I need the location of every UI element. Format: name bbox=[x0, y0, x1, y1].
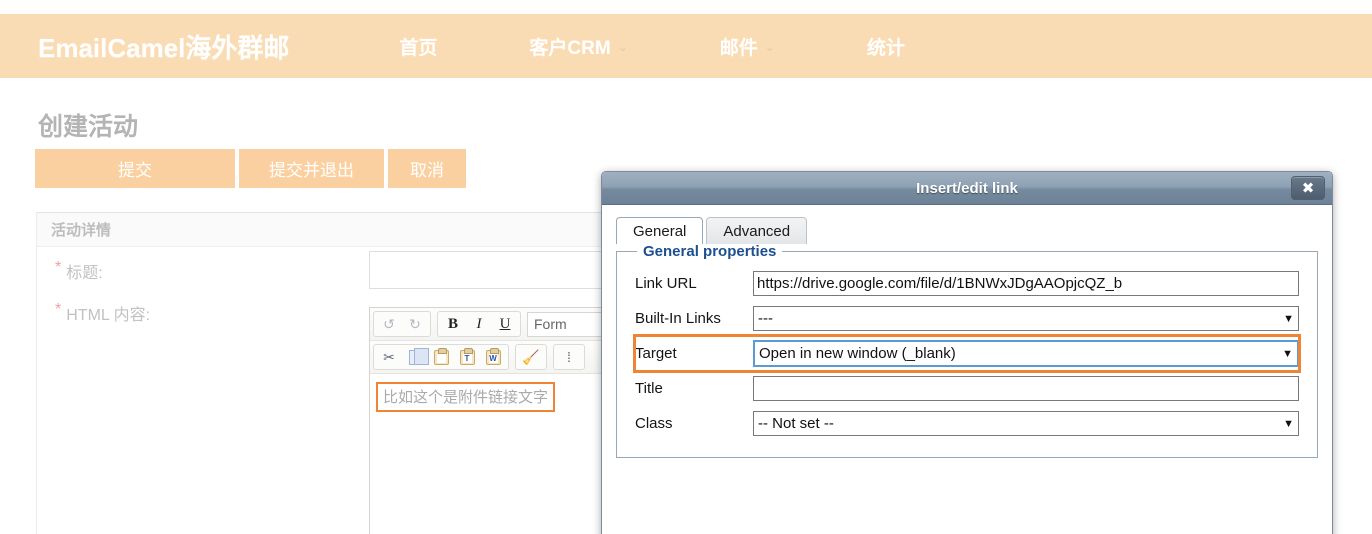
target-select[interactable]: Open in new window (_blank) ▼ bbox=[753, 340, 1299, 367]
history-tool-group: ↺ ↻ bbox=[373, 311, 431, 337]
clean-formatting-icon[interactable]: 🧹 bbox=[518, 345, 544, 369]
cut-icon[interactable]: ✂ bbox=[376, 345, 402, 369]
submit-button[interactable]: 提交 bbox=[35, 149, 235, 188]
redo-icon[interactable]: ↻ bbox=[402, 312, 428, 336]
top-navigation-bar: EmailCamel海外群邮 首页 客户CRM ⌄ 邮件 ⌄ 统计 bbox=[0, 14, 1372, 78]
target-value: Open in new window (_blank) bbox=[759, 345, 956, 362]
class-value: -- Not set -- bbox=[758, 415, 834, 432]
target-label: Target bbox=[635, 345, 677, 362]
nav-item-home[interactable]: 首页 bbox=[399, 33, 437, 60]
nav-label-crm: 客户CRM bbox=[529, 37, 611, 59]
link-title-label: Title bbox=[635, 380, 663, 397]
undo-icon[interactable]: ↺ bbox=[376, 312, 402, 336]
nav-label-home: 首页 bbox=[399, 37, 438, 59]
class-select[interactable]: -- Not set -- ▼ bbox=[753, 411, 1299, 436]
field-row-title: * 标题: bbox=[55, 259, 103, 283]
clipboard-tool-group: ✂ T W bbox=[373, 344, 509, 370]
dialog-tabs: General Advanced bbox=[616, 217, 1318, 245]
dialog-title-bar[interactable]: Insert/edit link ✖ bbox=[602, 172, 1332, 205]
copy-icon[interactable] bbox=[402, 345, 429, 369]
chevron-down-icon: ▼ bbox=[1283, 312, 1294, 325]
required-asterisk: * bbox=[55, 259, 62, 276]
nav-item-mail[interactable]: 邮件 ⌄ bbox=[720, 33, 775, 60]
close-icon[interactable]: ✖ bbox=[1291, 176, 1325, 200]
builtin-links-select[interactable]: --- ▼ bbox=[753, 306, 1299, 331]
chevron-down-icon: ⌄ bbox=[617, 40, 628, 54]
nav-label-stats: 统计 bbox=[866, 37, 905, 59]
editor-selected-link-text[interactable]: 比如这个是附件链接文字 bbox=[376, 382, 556, 412]
field-row-builtin-links: Built-In Links --- ▼ bbox=[635, 301, 1299, 336]
tab-advanced[interactable]: Advanced bbox=[706, 217, 808, 244]
html-field-label: HTML 内容: bbox=[66, 307, 151, 324]
action-button-row: 提交 提交并退出 取消 bbox=[35, 149, 470, 188]
cancel-button[interactable]: 取消 bbox=[388, 149, 466, 188]
fieldset-legend: General properties bbox=[643, 243, 777, 260]
chevron-down-icon: ▼ bbox=[1283, 417, 1294, 430]
paste-icon[interactable] bbox=[428, 345, 454, 369]
italic-icon[interactable]: I bbox=[466, 312, 492, 336]
paste-from-word-icon[interactable]: W bbox=[480, 345, 506, 369]
required-asterisk: * bbox=[55, 301, 62, 318]
builtin-links-label: Built-In Links bbox=[635, 310, 721, 327]
list-tool-group: ⁞ bbox=[553, 344, 585, 370]
dialog-body: General Advanced General properties Link… bbox=[602, 205, 1332, 534]
bullet-list-icon[interactable]: ⁞ bbox=[556, 345, 582, 369]
title-field-label: 标题: bbox=[66, 265, 103, 282]
app-root: EmailCamel海外群邮 首页 客户CRM ⌄ 邮件 ⌄ 统计 创建活动 提… bbox=[0, 0, 1372, 534]
field-row-html: * HTML 内容: bbox=[55, 301, 150, 325]
builtin-links-value: --- bbox=[758, 310, 773, 327]
main-nav: 首页 客户CRM ⌄ 邮件 ⌄ 统计 bbox=[399, 33, 904, 60]
tab-general[interactable]: General bbox=[616, 217, 704, 245]
bold-icon[interactable]: B bbox=[440, 312, 466, 336]
link-title-input[interactable] bbox=[753, 376, 1299, 401]
brand-logo[interactable]: EmailCamel海外群邮 bbox=[38, 28, 289, 65]
text-style-tool-group: B I U bbox=[437, 311, 521, 337]
insert-edit-link-dialog: Insert/edit link ✖ General Advanced Gene… bbox=[601, 171, 1333, 534]
field-row-link-url: Link URL https://drive.google.com/file/d… bbox=[635, 266, 1299, 301]
submit-and-exit-button[interactable]: 提交并退出 bbox=[239, 149, 384, 188]
clean-tool-group: 🧹 bbox=[515, 344, 547, 370]
page-title: 创建活动 bbox=[38, 113, 139, 141]
paste-as-text-icon[interactable]: T bbox=[454, 345, 480, 369]
underline-icon[interactable]: U bbox=[492, 312, 518, 336]
general-properties-fieldset: General properties Link URL https://driv… bbox=[616, 243, 1318, 458]
link-url-label: Link URL bbox=[635, 275, 697, 292]
field-row-title: Title bbox=[635, 371, 1299, 406]
nav-item-crm[interactable]: 客户CRM ⌄ bbox=[529, 33, 627, 60]
field-row-target: Target Open in new window (_blank) ▼ bbox=[633, 334, 1301, 373]
class-label: Class bbox=[635, 415, 673, 432]
link-url-input[interactable]: https://drive.google.com/file/d/1BNWxJDg… bbox=[753, 271, 1299, 296]
chevron-down-icon: ▼ bbox=[1282, 347, 1293, 360]
dialog-title: Insert/edit link bbox=[916, 179, 1018, 197]
chevron-down-icon: ⌄ bbox=[764, 40, 775, 54]
field-row-class: Class -- Not set -- ▼ bbox=[635, 406, 1299, 441]
nav-item-stats[interactable]: 统计 bbox=[867, 33, 905, 60]
nav-label-mail: 邮件 bbox=[719, 37, 758, 59]
